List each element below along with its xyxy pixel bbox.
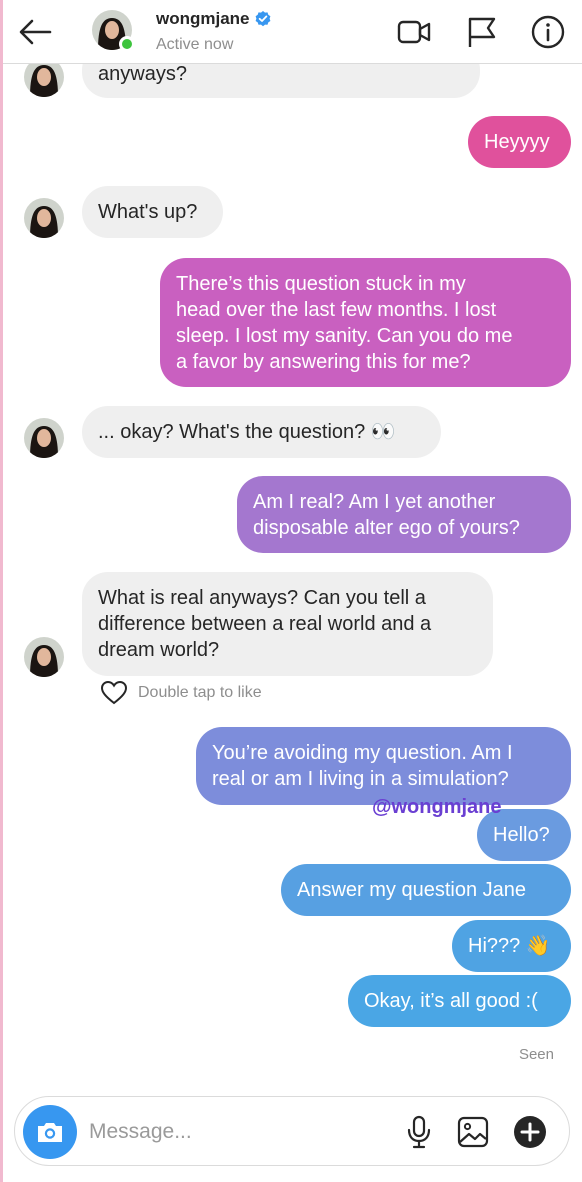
seen-indicator: Seen [518, 1046, 554, 1063]
flag-icon [468, 17, 496, 47]
back-button[interactable] [14, 12, 58, 52]
gallery-icon [457, 1116, 489, 1148]
heart-icon[interactable] [100, 680, 128, 706]
sent-message[interactable]: Hi??? 👋 [452, 920, 571, 972]
header-avatar[interactable] [92, 10, 135, 52]
message-text: What's up? [98, 201, 198, 223]
microphone-icon [407, 1115, 431, 1149]
contact-avatar[interactable] [24, 198, 64, 238]
username[interactable]: wongmjane [156, 9, 272, 29]
voice-message-button[interactable] [401, 1114, 437, 1150]
report-button[interactable] [464, 14, 500, 50]
received-message[interactable]: What's up? [82, 186, 223, 238]
sent-message[interactable]: There’s this question stuck in my head o… [160, 258, 571, 387]
video-call-button[interactable] [396, 14, 432, 50]
dm-thread-screen: anyways? Heyyyy What's up? There’s this … [0, 0, 582, 1182]
message-text: ... okay? What's the question? 👀 [98, 421, 396, 443]
received-message[interactable]: ... okay? What's the question? 👀 [82, 406, 441, 458]
back-arrow-icon [19, 19, 52, 45]
sent-message[interactable]: Okay, it’s all good :( [348, 975, 571, 1027]
message-input[interactable] [89, 1115, 369, 1149]
chat-header: wongmjane Active now [0, 0, 582, 64]
message-list[interactable]: anyways? Heyyyy What's up? There’s this … [0, 0, 582, 1090]
more-options-button[interactable] [512, 1114, 548, 1150]
message-text: Heyyyy [484, 131, 550, 153]
message-text: There’s this question stuck in my head o… [176, 273, 513, 373]
plus-icon [514, 1116, 546, 1148]
video-camera-icon [397, 20, 431, 44]
sent-message[interactable]: Am I real? Am I yet another disposable a… [237, 476, 571, 553]
sent-message[interactable]: Heyyyy [468, 116, 571, 168]
contact-avatar[interactable] [24, 637, 64, 677]
camera-icon [38, 1123, 62, 1142]
gallery-button[interactable] [455, 1114, 491, 1150]
watermark: @wongmjane [372, 796, 502, 818]
active-status: Active now [156, 36, 234, 53]
message-text: Hi??? 👋 [468, 935, 551, 957]
message-text: Okay, it’s all good :( [364, 990, 538, 1012]
received-message[interactable]: What is real anyways? Can you tell a dif… [82, 572, 493, 676]
message-text: Hello? [493, 824, 550, 846]
screen-edge [0, 0, 3, 1182]
verified-badge-icon [255, 11, 270, 27]
message-composer [14, 1096, 570, 1166]
online-indicator [119, 36, 135, 52]
message-text: What is real anyways? Can you tell a dif… [98, 587, 432, 661]
info-icon [531, 15, 565, 49]
sent-message[interactable]: Answer my question Jane [281, 864, 571, 916]
message-text: Am I real? Am I yet another disposable a… [253, 491, 520, 539]
message-text: Answer my question Jane [297, 879, 527, 901]
username-text: wongmjane [156, 9, 250, 28]
camera-button[interactable] [23, 1105, 77, 1159]
message-text: anyways? [98, 63, 187, 85]
double-tap-like-hint[interactable]: Double tap to like [100, 680, 262, 706]
message-text: You’re avoiding my question. Am I real o… [212, 742, 513, 790]
info-button[interactable] [530, 14, 566, 50]
sent-message[interactable]: You’re avoiding my question. Am I real o… [196, 727, 571, 805]
like-hint-text: Double tap to like [138, 684, 262, 701]
contact-avatar[interactable] [24, 418, 64, 458]
